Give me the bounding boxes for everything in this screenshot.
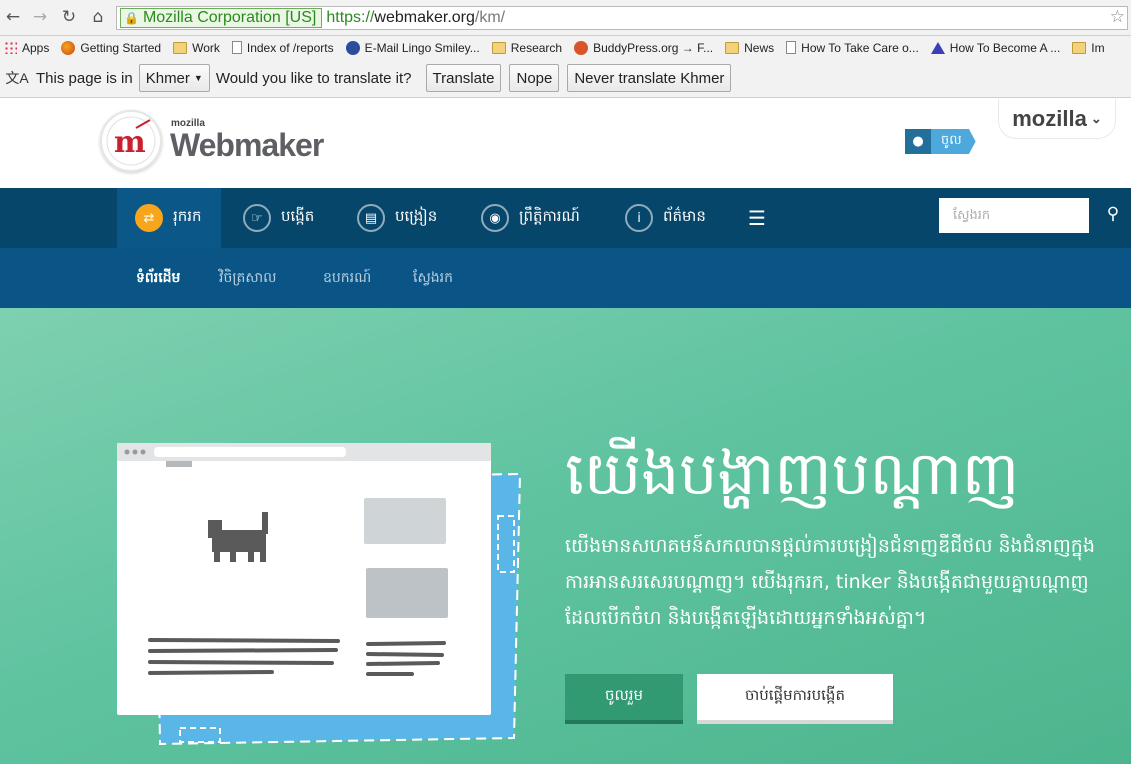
subnav-gallery[interactable]: វិចិត្រសាល bbox=[219, 248, 277, 308]
reload-icon[interactable]: ↻ bbox=[58, 6, 80, 28]
folder-icon bbox=[173, 41, 188, 54]
home-icon[interactable]: ⌂ bbox=[87, 6, 109, 28]
bookmark-apps[interactable]: Apps bbox=[0, 41, 57, 55]
chevron-down-icon: ⌄ bbox=[1090, 110, 1102, 126]
bookmark-index-reports[interactable]: Index of /reports bbox=[228, 41, 342, 55]
bookmark-im[interactable]: Im bbox=[1068, 41, 1112, 55]
site-icon bbox=[574, 40, 589, 55]
mozilla-tab[interactable]: mozilla ⌄ bbox=[998, 99, 1116, 139]
hero-section: យើងបង្ហាញបណ្ដាញ យើងមានសហគមន៍សកលបានផ្ដល់ក… bbox=[0, 308, 1131, 764]
logo-mark-svg: m bbox=[106, 116, 156, 166]
nav-explore[interactable]: ⇄ រុករក bbox=[117, 188, 221, 248]
mozilla-tab-label: mozilla bbox=[1012, 105, 1087, 131]
shuffle-icon: ⇄ bbox=[135, 204, 163, 232]
never-translate-button[interactable]: Never translate Khmer bbox=[567, 64, 732, 92]
ev-label: Mozilla Corporation [US] bbox=[142, 9, 317, 26]
address-bar[interactable]: 🔒 Mozilla Corporation [US] https:// webm… bbox=[116, 6, 1128, 30]
sign-in-button[interactable]: ● ចូល bbox=[905, 129, 976, 154]
bookmark-news[interactable]: News bbox=[721, 41, 782, 55]
language-select[interactable]: Khmer ▼ bbox=[138, 64, 210, 92]
nav-events[interactable]: ◉ ព្រឹត្តិការណ៍ bbox=[481, 188, 580, 248]
subnav-tools[interactable]: ឧបករណ៍ bbox=[323, 248, 371, 308]
nav-about[interactable]: i ព័ត៌មាន bbox=[625, 188, 706, 248]
url-scheme: https:// bbox=[326, 9, 375, 26]
search-input[interactable] bbox=[939, 198, 1089, 233]
back-arrow-icon[interactable]: ← bbox=[2, 6, 24, 28]
bookmark-how-to-take-care[interactable]: How To Take Care o... bbox=[782, 41, 927, 55]
bookmark-star-icon[interactable]: ☆ bbox=[1110, 7, 1125, 27]
subnav-search[interactable]: ស្វែងរក bbox=[413, 248, 453, 308]
translate-button[interactable]: Translate bbox=[425, 64, 502, 92]
nav-make[interactable]: ☞ បង្កើត bbox=[243, 188, 314, 248]
bookmark-email-lingo[interactable]: E-Mail Lingo Smiley... bbox=[342, 40, 488, 55]
bookmark-research[interactable]: Research bbox=[488, 41, 570, 55]
site-header: m mozilla Webmaker ● ចូល mozilla ⌄ bbox=[0, 99, 1131, 188]
browser-toolbar: ← → ↻ ⌂ 🔒 Mozilla Corporation [US] https… bbox=[0, 0, 1131, 36]
forward-arrow-icon[interactable]: → bbox=[29, 6, 51, 28]
lock-icon: 🔒 bbox=[124, 11, 139, 25]
bookmark-getting-started[interactable]: Getting Started bbox=[57, 40, 169, 55]
nav-teach[interactable]: ▤ បង្រៀន bbox=[357, 188, 437, 248]
subnav-home[interactable]: ទំព័រដើម bbox=[136, 248, 180, 308]
hero-body: យើងមានសហគមន៍សកលបានផ្ដល់ការបង្រៀនជំនាញឌីជ… bbox=[565, 535, 1095, 629]
secondary-nav: ទំព័រដើម វិចិត្រសាល ឧបករណ៍ ស្វែងរក bbox=[0, 248, 1131, 308]
user-icon: ● bbox=[905, 129, 931, 154]
menu-icon[interactable]: ☰ bbox=[748, 188, 766, 248]
translate-prefix: This page is in bbox=[36, 69, 133, 87]
page-icon bbox=[231, 41, 242, 54]
bookmark-how-to-become[interactable]: How To Become A ... bbox=[927, 41, 1069, 55]
primary-nav: ⇄ រុករក ☞ បង្កើត ▤ បង្រៀន ◉ ព្រឹត្តិការណ… bbox=[0, 188, 1131, 248]
start-making-button[interactable]: ចាប់ផ្ដើមការបង្កើត bbox=[697, 674, 893, 724]
nope-button[interactable]: Nope bbox=[509, 64, 560, 92]
join-button[interactable]: ចូលរួម bbox=[565, 674, 683, 724]
hero-title: យើងបង្ហាញបណ្ដាញ bbox=[565, 439, 1020, 509]
info-icon: i bbox=[625, 204, 653, 232]
translate-question: Would you like to translate it? bbox=[215, 69, 412, 87]
translate-bar: 文A This page is in Khmer ▼ Would you lik… bbox=[0, 59, 1131, 98]
search-icon[interactable]: ⚲ bbox=[1101, 202, 1125, 226]
bookmark-work[interactable]: Work bbox=[169, 41, 228, 55]
ev-certificate-badge[interactable]: 🔒 Mozilla Corporation [US] bbox=[120, 8, 323, 28]
svg-text:m: m bbox=[114, 125, 146, 160]
chevron-down-icon: ▼ bbox=[193, 73, 203, 83]
page-icon bbox=[786, 41, 797, 54]
site-icon bbox=[930, 41, 945, 54]
map-pin-icon: ◉ bbox=[481, 204, 509, 232]
sign-in-label: ចូល bbox=[931, 129, 976, 154]
translate-icon: 文A bbox=[5, 70, 29, 86]
firefox-icon bbox=[61, 40, 76, 55]
browser-illustration bbox=[117, 443, 522, 746]
hand-pointer-icon: ☞ bbox=[243, 204, 271, 232]
logo-webmaker-wordmark[interactable]: Webmaker bbox=[170, 127, 324, 164]
folder-icon bbox=[491, 41, 506, 54]
webmaker-logo-icon[interactable]: m bbox=[100, 110, 162, 172]
apps-grid-icon bbox=[4, 41, 17, 54]
site-icon bbox=[345, 40, 360, 55]
folder-icon bbox=[725, 41, 740, 54]
folder-icon bbox=[1072, 41, 1087, 54]
book-icon: ▤ bbox=[357, 204, 385, 232]
bookmark-buddypress[interactable]: BuddyPress.org → F... bbox=[570, 40, 721, 55]
bookmarks-bar: Apps Getting Started Work Index of /repo… bbox=[0, 36, 1131, 59]
url-host: webmaker.org bbox=[374, 9, 475, 26]
url-path: /km/ bbox=[474, 9, 506, 26]
